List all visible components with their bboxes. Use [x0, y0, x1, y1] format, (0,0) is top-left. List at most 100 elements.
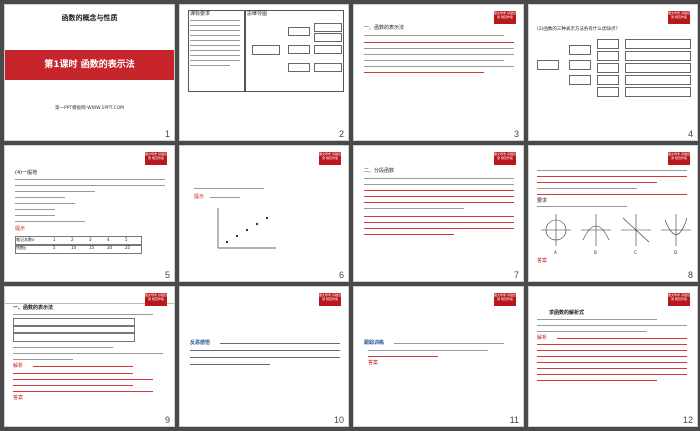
- slide-thumbnail-12[interactable]: 图文导学 基础自测 规范作答 求函数的解析式 解析 12: [528, 286, 698, 427]
- hint-line: [364, 42, 514, 44]
- text-line: [190, 40, 240, 42]
- mindmap-node: [314, 63, 342, 72]
- text-line: [15, 179, 165, 181]
- hint-line: [364, 216, 514, 218]
- section-tag: 图文导学 基础自测 规范作答: [494, 11, 516, 24]
- text-line: [13, 314, 153, 316]
- text-line: [15, 197, 65, 199]
- table-header-left: 课标要求: [190, 11, 211, 17]
- diagram-node: [569, 60, 591, 70]
- lesson-title-band: 第1课时 函数的表示法: [5, 50, 174, 80]
- slide-number: 10: [333, 415, 344, 425]
- text-line: [190, 50, 240, 52]
- hint-line: [13, 391, 153, 393]
- slide-thumbnail-1[interactable]: 函数的概念与性质 第1课时 函数的表示法 第一PPT模板网-WWW.1PPT.C…: [4, 4, 175, 141]
- table-cell: 钱数y: [16, 245, 27, 250]
- text-line: [190, 35, 240, 37]
- diagram-node: [625, 51, 691, 61]
- option-label: B: [594, 250, 597, 255]
- section-heading: 一、函数的表示法: [364, 25, 405, 31]
- table-rule: [15, 244, 142, 246]
- slide-number: 4: [687, 129, 693, 139]
- hint-line: [364, 202, 514, 204]
- diagram-node: [597, 75, 619, 85]
- mindmap-node: [314, 33, 342, 42]
- table-header-cell: 2: [71, 237, 74, 242]
- text-line: [190, 350, 340, 352]
- slide-thumbnail-8[interactable]: 图文导学 基础自测 规范作答 要求 A B C D 答案 8: [528, 145, 698, 282]
- section-heading: 要求: [537, 198, 548, 204]
- reflection-label: 反思感悟: [190, 340, 211, 346]
- question-text: (2)函数的三种表示方法各有什么优缺点？: [537, 27, 620, 32]
- text-line: [364, 48, 514, 50]
- text-line: [13, 347, 113, 349]
- option-label: A: [554, 250, 557, 255]
- table-divider: [244, 10, 246, 92]
- diagram-node: [537, 60, 559, 70]
- text-line: [190, 55, 240, 57]
- hint-line: [537, 362, 687, 364]
- slide-number: 5: [164, 270, 170, 280]
- text-line: [537, 188, 637, 190]
- text-line: [394, 343, 504, 345]
- slide-number: 6: [338, 270, 344, 280]
- text-line: [15, 209, 55, 211]
- table-cell: 10: [71, 245, 77, 250]
- answer-label: 答案: [537, 258, 548, 264]
- section-tag: 图文导学 基础自测 规范作答: [319, 152, 341, 165]
- section-title: 一、函数的表示法: [13, 305, 54, 311]
- hint-line: [557, 338, 687, 340]
- hint-line: [33, 366, 133, 368]
- section-tag: 图文导学 基础自测 规范作答: [494, 152, 516, 165]
- text-line: [190, 45, 240, 47]
- slide-thumbnail-9[interactable]: 图文导学 基础自测 规范作答 一、函数的表示法 解析 答案 9: [4, 286, 175, 427]
- section-heading: (4)一般地: [15, 170, 38, 176]
- lesson-title: 第1课时 函数的表示法: [44, 60, 135, 70]
- text-line: [194, 188, 264, 190]
- text-line: [190, 357, 340, 359]
- option-label: C: [634, 250, 637, 255]
- section-tag: 图文导学 基础自测 规范作答: [494, 293, 516, 306]
- text-line: [220, 343, 340, 345]
- section-heading: 二、分段函数: [364, 168, 395, 174]
- hint-line: [537, 380, 657, 382]
- text-line: [364, 35, 504, 37]
- hint-line: [537, 194, 687, 196]
- table-cell: 5: [53, 245, 56, 250]
- text-line: [15, 215, 55, 217]
- text-line: [364, 54, 514, 56]
- slide-thumbnail-7[interactable]: 图文导学 基础自测 规范作答 二、分段函数 7: [353, 145, 524, 282]
- hint-line: [364, 234, 454, 236]
- slide-number: 2: [338, 129, 344, 139]
- text-line: [13, 353, 163, 355]
- text-line: [210, 197, 240, 199]
- text-line: [537, 319, 657, 321]
- mindmap-node: [252, 45, 280, 55]
- mindmap-node: [314, 23, 342, 32]
- text-line: [15, 185, 165, 187]
- text-line: [537, 170, 687, 172]
- table-cell: 20: [107, 245, 113, 250]
- slide-thumbnail-5[interactable]: 图文导学 基础自测 规范作答 (4)一般地 提示 笔记本数x 1 2 3 4 5…: [4, 145, 175, 282]
- answer-label: 答案: [368, 360, 379, 366]
- text-line: [190, 60, 240, 62]
- text-line: [537, 325, 687, 327]
- table-header-cell: 1: [53, 237, 56, 242]
- text-line: [190, 30, 240, 32]
- slide-number: 3: [513, 129, 519, 139]
- hint-line: [537, 356, 687, 358]
- slide-thumbnail-6[interactable]: 图文导学 基础自测 规范作答 提示 6: [179, 145, 349, 282]
- text-line: [364, 208, 464, 210]
- mindmap-node: [314, 45, 342, 54]
- slide-thumbnail-4[interactable]: 图文导学 基础自测 规范作答 (2)函数的三种表示方法各有什么优缺点？ 4: [528, 4, 698, 141]
- diagram-node: [597, 39, 619, 49]
- slide-thumbnail-2[interactable]: 课标要求 思维导图 2: [179, 4, 349, 141]
- diagram-node: [597, 51, 619, 61]
- mindmap-node: [288, 27, 310, 36]
- hint-line: [13, 385, 133, 387]
- slide-thumbnail-3[interactable]: 图文导学 基础自测 规范作答 一、函数的表示法 3: [353, 4, 524, 141]
- slide-title: 函数的概念与性质: [61, 14, 118, 22]
- slide-thumbnail-10[interactable]: 图文导学 基础自测 规范作答 反思感悟 10: [179, 286, 349, 427]
- slide-thumbnail-11[interactable]: 图文导学 基础自测 规范作答 跟踪训练 答案 11: [353, 286, 524, 427]
- text-line: [190, 25, 240, 27]
